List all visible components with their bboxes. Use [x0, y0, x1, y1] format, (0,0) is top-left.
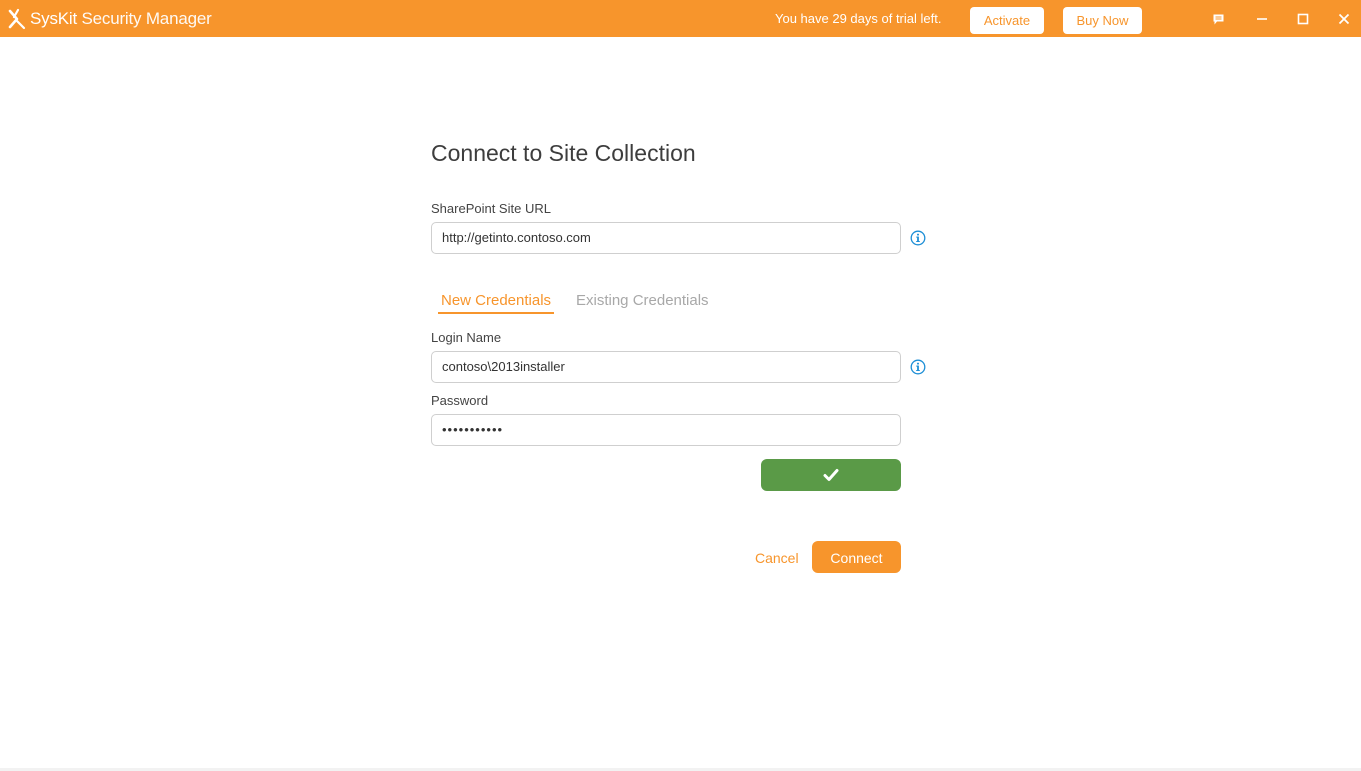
validate-credentials-button[interactable]: [761, 459, 901, 491]
login-name-info-icon[interactable]: [910, 359, 926, 375]
maximize-icon[interactable]: [1294, 10, 1312, 28]
activate-button[interactable]: Activate: [970, 7, 1044, 34]
tab-existing-credentials[interactable]: Existing Credentials: [576, 292, 709, 309]
cancel-button[interactable]: Cancel: [755, 550, 799, 566]
site-url-label: SharePoint Site URL: [431, 201, 551, 216]
password-input[interactable]: •••••••••••: [431, 414, 901, 446]
tab-new-credentials[interactable]: New Credentials: [438, 292, 555, 314]
page-title: Connect to Site Collection: [431, 140, 696, 166]
site-url-input[interactable]: http://getinto.contoso.com: [431, 222, 901, 254]
login-name-label: Login Name: [431, 330, 502, 345]
app-brand: SysKit Security Manager: [7, 7, 212, 31]
connect-button[interactable]: Connect: [812, 541, 901, 573]
trial-notice: You have 29 days of trial left.: [775, 11, 942, 26]
password-label: Password: [431, 393, 489, 408]
login-name-input[interactable]: contoso\2013installer: [431, 351, 901, 383]
minimize-icon[interactable]: [1253, 10, 1271, 28]
close-icon[interactable]: [1335, 10, 1353, 28]
brand-name: SysKit: [30, 9, 77, 28]
syskit-logo-icon: [8, 8, 26, 30]
checkmark-icon: [823, 469, 839, 481]
product-name: Security Manager: [81, 9, 212, 28]
title-bar: SysKit Security Manager You have 29 days…: [0, 0, 1361, 37]
app-title: SysKit Security Manager: [30, 9, 212, 29]
chat-icon[interactable]: [1209, 10, 1227, 28]
buy-now-button[interactable]: Buy Now: [1063, 7, 1142, 34]
site-url-info-icon[interactable]: [910, 230, 926, 246]
